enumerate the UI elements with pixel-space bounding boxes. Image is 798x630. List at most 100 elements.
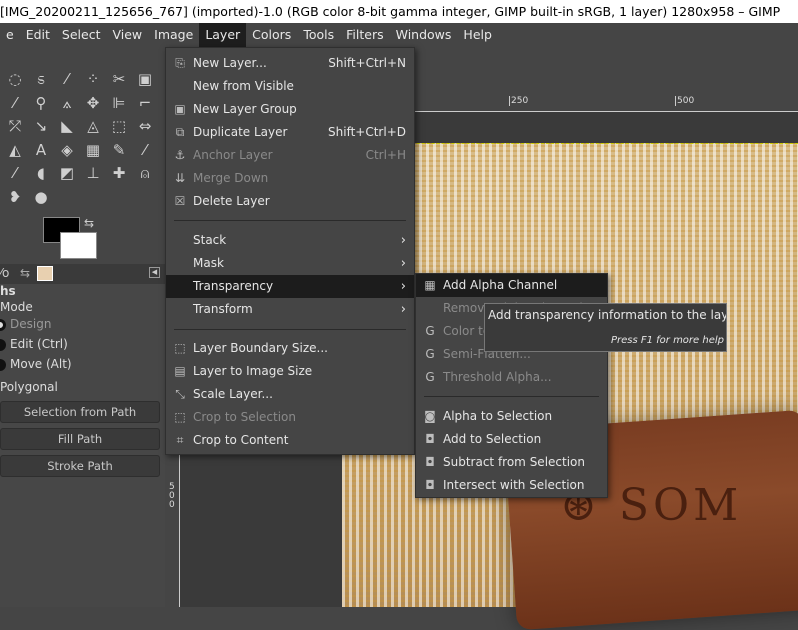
menu-item-layer-boundary-size[interactable]: ⬚ Layer Boundary Size... — [166, 337, 414, 360]
tool-icon[interactable]: ⬚ — [109, 116, 129, 136]
dock-menu-icon[interactable]: ◀ — [149, 267, 160, 278]
tool-icon[interactable]: ✎ — [109, 140, 129, 160]
menu-item-crop-to-selection[interactable]: ⬚ Crop to Selection — [166, 406, 414, 429]
tool-icon[interactable]: ⊥ — [83, 163, 103, 183]
tool-icon[interactable]: ⁄ — [5, 93, 25, 113]
menu-item-merge-down[interactable]: ⇊ Merge Down — [166, 167, 414, 190]
radio-move[interactable] — [0, 359, 6, 371]
menu-image[interactable]: Image — [148, 23, 199, 47]
swap-colors-icon[interactable]: ⇆ — [84, 216, 94, 230]
radio-design[interactable] — [0, 319, 6, 331]
menu-layer[interactable]: Layer — [199, 23, 247, 47]
menu-item-label: Crop to Content — [193, 433, 289, 447]
menu-item-add-alpha-channel[interactable]: ▦ Add Alpha Channel — [416, 274, 607, 297]
tool-icon[interactable]: ▦ — [83, 140, 103, 160]
menu-filters[interactable]: Filters — [340, 23, 389, 47]
tool-icon[interactable]: ✥ — [83, 93, 103, 113]
menu-item-label: New from Visible — [193, 79, 294, 93]
tool-icon[interactable]: ◩ — [57, 163, 77, 183]
menu-help[interactable]: Help — [457, 23, 498, 47]
chevron-right-icon: › — [400, 233, 406, 248]
menu-item-layer-to-image-size[interactable]: ▤ Layer to Image Size — [166, 360, 414, 383]
gegl-icon: G — [425, 370, 435, 384]
menu-item-label: Delete Layer — [193, 194, 270, 208]
tool-icon[interactable]: ✚ — [109, 163, 129, 183]
menu-item-scale-layer[interactable]: ⤡ Scale Layer... — [166, 383, 414, 406]
menu-item-label: Stack — [193, 233, 227, 247]
scale-icon: ⤡ — [175, 387, 185, 401]
menu-item-transparency[interactable]: Transparency › — [166, 275, 414, 298]
tool-icon[interactable]: ⁄ — [5, 163, 25, 183]
menu-select[interactable]: Select — [56, 23, 107, 47]
menu-tools[interactable]: Tools — [297, 23, 340, 47]
layer-menu: ⎘ New Layer... Shift+Ctrl+N New from Visibl… — [165, 47, 415, 455]
menu-view[interactable]: View — [106, 23, 148, 47]
tool-icon[interactable]: ✂ — [109, 69, 129, 89]
menu-item-subtract-from-selection[interactable]: ◘ Subtract from Selection — [416, 451, 607, 474]
tool-icon[interactable]: ◈ — [57, 140, 77, 160]
tool-icon[interactable]: ⁄ — [57, 69, 77, 89]
fill-path-button[interactable]: Fill Path — [0, 428, 160, 450]
menu-separator — [424, 396, 599, 397]
subtract-selection-icon: ◘ — [425, 455, 435, 469]
selection-from-path-button[interactable]: Selection from Path — [0, 401, 160, 423]
layer-to-image-icon: ▤ — [174, 364, 186, 378]
menu-windows[interactable]: Windows — [390, 23, 458, 47]
menu-item-new-from-visible[interactable]: New from Visible — [166, 75, 414, 98]
radio-edit[interactable] — [0, 339, 6, 351]
menu-item-mask[interactable]: Mask › — [166, 252, 414, 275]
gegl-icon: G — [425, 324, 435, 338]
menu-item-anchor-layer[interactable]: ⚓ Anchor Layer Ctrl+H — [166, 144, 414, 167]
menu-item-add-to-selection[interactable]: ◘ Add to Selection — [416, 428, 607, 451]
menu-item-intersect-with-selection[interactable]: ◘ Intersect with Selection — [416, 474, 607, 497]
add-selection-icon: ◘ — [425, 432, 435, 446]
tool-icon[interactable]: ⊫ — [109, 93, 129, 113]
menu-item-duplicate-layer[interactable]: ⧉ Duplicate Layer Shift+Ctrl+D — [166, 121, 414, 144]
menu-edit[interactable]: Edit — [20, 23, 56, 47]
menu-colors[interactable]: Colors — [246, 23, 297, 47]
tool-icon[interactable]: ◣ — [57, 116, 77, 136]
menu-item-threshold-alpha[interactable]: G Threshold Alpha... — [416, 366, 607, 389]
undo-history-icon[interactable]: ⇆ — [20, 266, 30, 280]
tool-icon[interactable]: ಽ — [31, 69, 51, 89]
menu-item-label: Threshold Alpha... — [443, 370, 552, 384]
tool-icon[interactable]: A — [31, 140, 51, 160]
tool-icon[interactable]: ◬ — [83, 116, 103, 136]
tool-icon[interactable]: ⁄ — [135, 140, 155, 160]
tooltip: Add transparency information to the laye… — [484, 303, 727, 352]
menu-item-alpha-to-selection[interactable]: ◙ Alpha to Selection — [416, 405, 607, 428]
menu-item-new-layer[interactable]: ⎘ New Layer... Shift+Ctrl+N — [166, 52, 414, 75]
vertical-ruler: 500 — [165, 455, 180, 607]
tool-icon[interactable]: ❥ — [5, 187, 25, 207]
stroke-path-button[interactable]: Stroke Path — [0, 455, 160, 477]
menu-item-delete-layer[interactable]: ☒ Delete Layer — [166, 190, 414, 213]
menu-item-transform[interactable]: Transform › — [166, 298, 414, 321]
chevron-right-icon: › — [400, 279, 406, 294]
tool-icon[interactable]: ⍝ — [135, 163, 155, 183]
menu-item-stack[interactable]: Stack › — [166, 229, 414, 252]
tool-icon[interactable]: ↘ — [31, 116, 51, 136]
tool-icon[interactable]: ⌐ — [135, 93, 155, 113]
background-color[interactable] — [60, 232, 97, 259]
image-thumbnail-icon[interactable] — [37, 266, 53, 281]
chevron-right-icon: › — [400, 256, 406, 271]
tool-icon[interactable]: ◭ — [5, 140, 25, 160]
device-status-icon[interactable]: ⁄o — [0, 266, 9, 280]
tool-icon[interactable]: ◖ — [31, 163, 51, 183]
polygonal-checkbox[interactable]: Polygonal — [0, 380, 58, 394]
menu-e[interactable]: e — [0, 23, 20, 47]
tool-icon[interactable]: ⇔ — [135, 116, 155, 136]
tool-icon[interactable]: ⤱ — [5, 116, 25, 136]
shortcut: Shift+Ctrl+D — [328, 125, 406, 139]
tool-icon[interactable]: ⟑ — [57, 93, 77, 113]
tool-icon[interactable]: ▣ — [135, 69, 155, 89]
dock-tabs: ⁄o ⇆ ◀ — [0, 264, 165, 284]
tool-icon[interactable]: ◌ — [5, 69, 25, 89]
tool-icon[interactable]: ● — [31, 187, 51, 207]
menu-item-new-layer-group[interactable]: ▣ New Layer Group — [166, 98, 414, 121]
window-title: [IMG_20200211_125656_767] (imported)-1.0… — [0, 0, 798, 23]
menu-item-label: Layer Boundary Size... — [193, 341, 328, 355]
tool-icon[interactable]: ⚲ — [31, 93, 51, 113]
menu-item-crop-to-content[interactable]: ⌗ Crop to Content — [166, 429, 414, 452]
tool-icon[interactable]: ⁘ — [83, 69, 103, 89]
